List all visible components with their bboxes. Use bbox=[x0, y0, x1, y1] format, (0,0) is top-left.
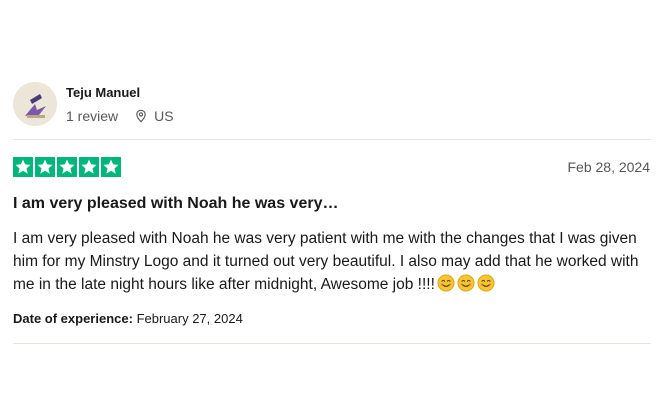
experience-label: Date of experience: bbox=[13, 311, 133, 326]
smiling-face-icon bbox=[477, 274, 495, 292]
star-icon bbox=[35, 157, 55, 177]
star-icon bbox=[79, 157, 99, 177]
reviewer-meta: 1 review US bbox=[66, 108, 174, 124]
divider bbox=[13, 343, 651, 344]
smiling-face-icon bbox=[437, 274, 455, 292]
avatar-image bbox=[13, 82, 57, 126]
review-count: 1 review bbox=[66, 107, 119, 124]
star-icon bbox=[57, 157, 77, 177]
reviewer-info: Teju Manuel 1 review US bbox=[66, 85, 174, 124]
reviewer-name[interactable]: Teju Manuel bbox=[66, 85, 174, 101]
smiling-face-icon bbox=[457, 274, 475, 292]
review-body: I am very pleased with Noah he was very … bbox=[13, 227, 651, 296]
review-card: Teju Manuel 1 review US Feb 28, 2024 I a… bbox=[13, 0, 651, 418]
divider bbox=[13, 139, 651, 140]
date-of-experience: Date of experience: February 27, 2024 bbox=[13, 311, 243, 327]
location-pin-icon bbox=[136, 109, 146, 123]
review-body-text: I am very pleased with Noah he was very … bbox=[13, 230, 639, 293]
star-rating bbox=[13, 157, 121, 177]
star-icon bbox=[13, 157, 33, 177]
review-date: Feb 28, 2024 bbox=[567, 159, 650, 175]
avatar[interactable] bbox=[13, 82, 57, 126]
star-icon bbox=[101, 157, 121, 177]
review-title[interactable]: I am very pleased with Noah he was very… bbox=[13, 194, 338, 214]
reviewer-header: Teju Manuel 1 review US bbox=[13, 82, 174, 126]
experience-date: February 27, 2024 bbox=[136, 311, 243, 326]
reviewer-country: US bbox=[154, 107, 174, 124]
emoji-group bbox=[435, 274, 495, 293]
